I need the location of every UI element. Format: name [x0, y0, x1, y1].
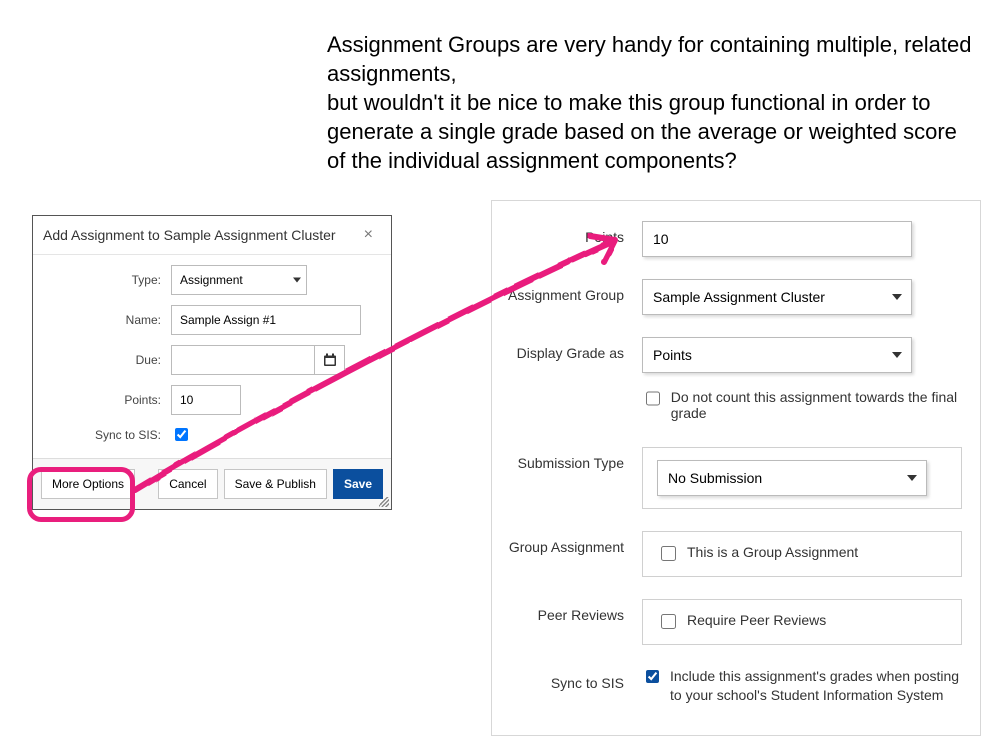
sync-to-sis-row[interactable]: Include this assignment's grades when po…	[642, 667, 970, 705]
display-grade-as-label: Display Grade as	[502, 337, 642, 361]
modal-footer: More Options Cancel Save & Publish Save	[33, 458, 391, 509]
sync-label: Sync to SIS:	[41, 428, 171, 442]
points-input[interactable]	[171, 385, 241, 415]
peer-reviews-label: Peer Reviews	[502, 599, 642, 623]
submission-type-label: Submission Type	[502, 447, 642, 471]
type-label: Type:	[41, 273, 171, 287]
sync-to-sis-label: Sync to SIS	[502, 667, 642, 691]
points-label: Points	[502, 221, 642, 245]
group-assignment-label: Group Assignment	[502, 531, 642, 555]
submission-type-box: No Submission	[642, 447, 962, 509]
group-assignment-check-label: This is a Group Assignment	[687, 544, 858, 560]
group-assignment-row[interactable]: This is a Group Assignment	[657, 544, 947, 564]
display-grade-as-select[interactable]: Points	[642, 337, 912, 373]
points-field[interactable]	[642, 221, 912, 257]
peer-reviews-row[interactable]: Require Peer Reviews	[657, 612, 947, 632]
add-assignment-modal: Add Assignment to Sample Assignment Clus…	[32, 215, 392, 510]
points-label: Points:	[41, 393, 171, 407]
peer-reviews-checkbox[interactable]	[661, 614, 676, 629]
modal-header: Add Assignment to Sample Assignment Clus…	[33, 216, 391, 255]
resize-handle[interactable]	[379, 497, 389, 507]
caption-text: Assignment Groups are very handy for con…	[327, 30, 977, 175]
peer-reviews-box: Require Peer Reviews	[642, 599, 962, 645]
do-not-count-label: Do not count this assignment towards the…	[671, 389, 970, 421]
save-button[interactable]: Save	[333, 469, 383, 499]
more-options-button[interactable]: More Options	[41, 469, 135, 499]
sync-to-sis-checkbox[interactable]	[646, 669, 659, 684]
caption-line2: but wouldn't it be nice to make this gro…	[327, 90, 957, 173]
sync-checkbox[interactable]	[175, 428, 188, 441]
assignment-group-select[interactable]: Sample Assignment Cluster	[642, 279, 912, 315]
do-not-count-checkbox[interactable]	[646, 391, 660, 406]
assignment-settings-form: Points Assignment Group Sample Assignmen…	[491, 200, 981, 736]
cancel-button[interactable]: Cancel	[158, 469, 217, 499]
peer-reviews-check-label: Require Peer Reviews	[687, 612, 826, 628]
modal-title: Add Assignment to Sample Assignment Clus…	[43, 227, 336, 243]
do-not-count-row[interactable]: Do not count this assignment towards the…	[642, 389, 970, 421]
group-assignment-box: This is a Group Assignment	[642, 531, 962, 577]
submission-type-select[interactable]: No Submission	[657, 460, 927, 496]
modal-body: Type: Assignment Name: Due:	[33, 255, 391, 458]
name-label: Name:	[41, 313, 171, 327]
close-icon[interactable]: ×	[358, 226, 379, 244]
group-assignment-checkbox[interactable]	[661, 546, 676, 561]
caption-line1: Assignment Groups are very handy for con…	[327, 32, 971, 86]
type-select[interactable]: Assignment	[171, 265, 307, 295]
assignment-group-label: Assignment Group	[502, 279, 642, 303]
name-input[interactable]	[171, 305, 361, 335]
sync-to-sis-check-label: Include this assignment's grades when po…	[670, 667, 970, 705]
save-publish-button[interactable]: Save & Publish	[224, 469, 327, 499]
due-label: Due:	[41, 353, 171, 367]
calendar-icon[interactable]	[315, 345, 345, 375]
due-input[interactable]	[171, 345, 315, 375]
